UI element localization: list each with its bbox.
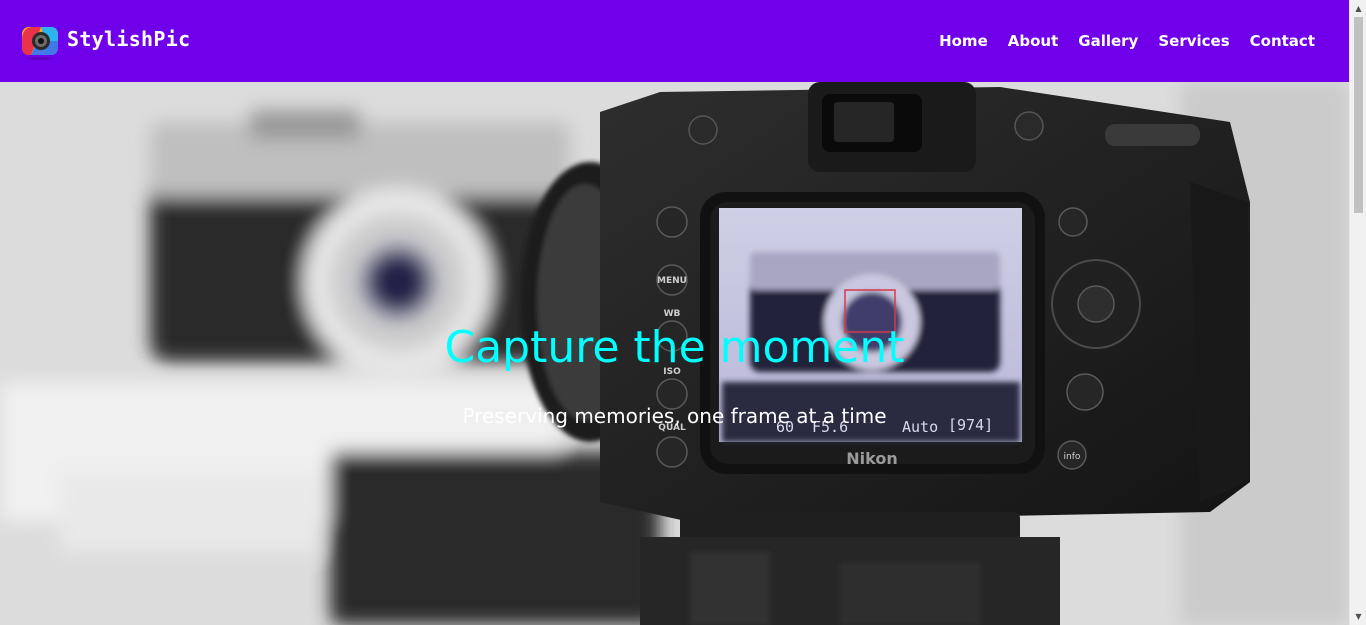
page-scrollbar[interactable]: ▲ ▼ bbox=[1349, 0, 1366, 625]
hero-subtitle: Preserving memories, one frame at a time bbox=[462, 404, 887, 428]
camera-menu-label: MENU bbox=[657, 276, 687, 286]
camera-info-label: info bbox=[1064, 452, 1081, 462]
camera-logo-icon bbox=[22, 27, 58, 61]
main-nav: Home About Gallery Services Contact bbox=[939, 32, 1315, 50]
camera-wb-label: WB bbox=[664, 309, 681, 319]
nav-about[interactable]: About bbox=[1008, 32, 1059, 50]
nav-gallery[interactable]: Gallery bbox=[1078, 32, 1138, 50]
nav-contact[interactable]: Contact bbox=[1250, 32, 1315, 50]
brand[interactable]: StylishPic bbox=[19, 21, 190, 61]
scroll-thumb[interactable] bbox=[1354, 17, 1363, 213]
nav-home[interactable]: Home bbox=[939, 32, 988, 50]
hero-section: MENU WB ISO QUAL 60 F5.6 Auto [974] Niko… bbox=[0, 82, 1349, 625]
nav-services[interactable]: Services bbox=[1158, 32, 1229, 50]
brand-name: StylishPic bbox=[67, 27, 191, 51]
scroll-down-arrow-icon[interactable]: ▼ bbox=[1350, 608, 1366, 625]
scroll-up-arrow-icon[interactable]: ▲ bbox=[1350, 0, 1366, 17]
hero-title: Capture the moment bbox=[444, 322, 905, 373]
site-header: StylishPic Home About Gallery Services C… bbox=[0, 0, 1349, 82]
camera-brand-label: Nikon bbox=[846, 449, 897, 468]
